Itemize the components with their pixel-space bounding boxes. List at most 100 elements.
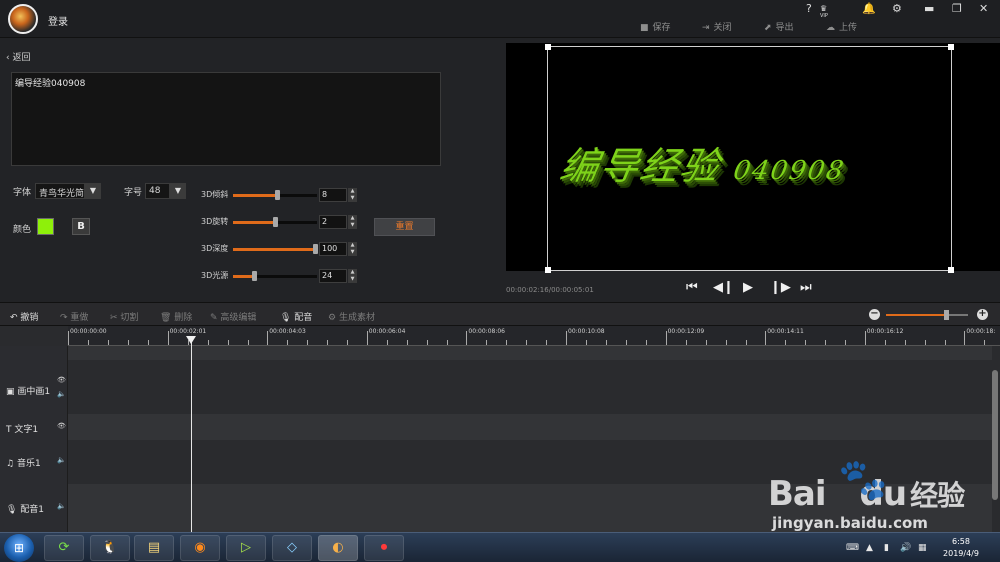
avatar[interactable]	[8, 4, 38, 34]
app-window-icon[interactable]: ◇	[272, 535, 312, 561]
step-forward-icon[interactable]: ❙▶	[770, 280, 791, 295]
preview-text-number: 040908	[730, 156, 848, 186]
close-button[interactable]: ⇥ 关闭	[702, 20, 732, 33]
zoom-out-icon[interactable]: −	[869, 309, 880, 320]
app-360-icon[interactable]: ⟳	[44, 535, 84, 561]
param-slider[interactable]	[233, 271, 317, 281]
track-name[interactable]: ♫ 音乐1	[6, 456, 41, 469]
speaker-icon[interactable]: 🔈	[57, 456, 66, 464]
resize-handle-br[interactable]	[948, 267, 954, 273]
undo-label: 撤销	[20, 313, 39, 323]
undo-icon: ↶	[10, 313, 21, 323]
playhead[interactable]	[191, 337, 192, 532]
eye-icon[interactable]: 👁	[57, 376, 66, 384]
resize-handle-tl[interactable]	[545, 44, 551, 50]
media-player-icon[interactable]: ▷	[226, 535, 266, 561]
param-spinner-icon[interactable]: ▲ ▼	[348, 188, 357, 202]
step-back-icon[interactable]: ◀❙	[713, 280, 734, 295]
param-spinner-icon[interactable]: ▲ ▼	[348, 269, 357, 283]
advanced-edit-button[interactable]: ✎ 高级编辑	[210, 310, 256, 323]
speaker-icon[interactable]: 🔈	[57, 390, 66, 398]
param-value-input[interactable]: 2	[319, 215, 347, 229]
explorer-icon[interactable]: ▤	[134, 535, 174, 561]
text-input[interactable]: 编导经验040908	[11, 72, 441, 166]
font-select[interactable]: 青鸟华光简行	[35, 183, 85, 199]
param-spinner-icon[interactable]: ▲ ▼	[348, 215, 357, 229]
export-button[interactable]: ⬈ 导出	[764, 20, 794, 33]
track-lane[interactable]	[68, 414, 992, 440]
delete-button[interactable]: 🗑 删除	[160, 310, 192, 323]
track-name-label: 文字1	[14, 425, 39, 435]
param-slider-knob[interactable]	[252, 271, 257, 281]
param-label: 3D旋转	[201, 217, 229, 226]
ruler-tick	[207, 340, 209, 345]
generate-material-button[interactable]: ⚙ 生成素材	[328, 310, 375, 323]
track-name[interactable]: T 文字1	[6, 422, 38, 435]
param-slider[interactable]	[233, 244, 319, 254]
close-window-icon[interactable]: ✕	[979, 2, 988, 15]
undo-button[interactable]: ↶ 撤销	[10, 310, 38, 323]
track-name[interactable]: ▣ 画中画1	[6, 384, 50, 397]
back-label: 返回	[12, 53, 31, 63]
redo-button[interactable]: ↷ 重做	[60, 310, 88, 323]
speaker-icon[interactable]: 🔈	[57, 502, 66, 510]
play-icon[interactable]: ▶	[743, 280, 753, 295]
playhead-handle[interactable]	[186, 336, 196, 344]
firefox-icon[interactable]: ◉	[180, 535, 220, 561]
zoom-slider[interactable]	[886, 310, 968, 320]
param-spinner-icon[interactable]: ▲ ▼	[348, 242, 357, 256]
zoom-slider-knob[interactable]	[943, 310, 949, 320]
param-value-input[interactable]: 24	[319, 269, 347, 283]
restore-icon[interactable]: ❐	[952, 2, 962, 15]
color-swatch[interactable]	[37, 218, 54, 235]
skip-start-icon[interactable]: ⏮	[686, 280, 698, 295]
mic-icon: 🎙	[6, 505, 21, 515]
param-slider-fill	[233, 194, 277, 197]
record-icon[interactable]: ⏺	[364, 535, 404, 561]
minimize-icon[interactable]: ▬	[924, 2, 934, 15]
upload-button[interactable]: ☁ 上传	[826, 20, 857, 33]
help-icon[interactable]: ?	[806, 2, 812, 15]
param-value-input[interactable]: 8	[319, 188, 347, 202]
param-slider-knob[interactable]	[313, 244, 319, 254]
gear-icon[interactable]: ⚙	[892, 2, 902, 15]
resize-handle-tr[interactable]	[948, 44, 954, 50]
paw-icon: 🐾	[838, 457, 888, 503]
track-name[interactable]: 🎙 配音1	[6, 502, 44, 515]
bold-button[interactable]: B	[72, 218, 90, 235]
time-ruler[interactable]: 00:00:00:00 00:00:02:01 00:00:04:03 00:00:0…	[68, 326, 1000, 346]
size-select[interactable]: 48	[145, 183, 170, 199]
param-slider[interactable]	[233, 190, 317, 200]
preview-screen[interactable]: 编导经验 040908	[506, 43, 1000, 273]
vip-icon[interactable]: ♛ VIP	[820, 4, 828, 19]
bell-icon[interactable]: 🔔	[862, 2, 876, 15]
zoom-in-icon[interactable]: +	[977, 309, 988, 320]
cut-button[interactable]: ✂ 切割	[110, 310, 138, 323]
param-slider-knob[interactable]	[273, 217, 278, 227]
param-value-input[interactable]: 100	[319, 242, 347, 256]
video-editor-app-icon[interactable]: ◐	[318, 535, 358, 561]
param-slider[interactable]	[233, 217, 317, 227]
eye-icon[interactable]: 👁	[57, 422, 66, 430]
mic-icon: 🎙	[280, 313, 295, 323]
ruler-tick	[904, 340, 906, 345]
ruler-tick	[964, 331, 966, 345]
login-link[interactable]: 登录	[48, 13, 68, 28]
preview-frame[interactable]: 编导经验 040908	[545, 44, 954, 273]
track-lane[interactable]	[68, 360, 992, 414]
font-dropdown-icon[interactable]: ▼	[85, 183, 101, 199]
reset-button[interactable]: 重置	[374, 218, 435, 236]
back-button[interactable]: ‹ 返回	[6, 50, 30, 63]
qq-icon[interactable]: 🐧	[90, 535, 130, 561]
save-button[interactable]: ■ 保存	[640, 20, 671, 33]
dub-button[interactable]: 🎙 配音	[280, 310, 312, 323]
ruler-tick-label: 00:00:14:11	[767, 328, 804, 335]
start-button[interactable]: ⊞	[4, 534, 34, 562]
skip-end-icon[interactable]: ⏭	[800, 280, 812, 295]
size-dropdown-icon[interactable]: ▼	[170, 183, 186, 199]
resize-handle-bl[interactable]	[545, 267, 551, 273]
track-lane-empty[interactable]	[68, 346, 992, 360]
param-slider-knob[interactable]	[274, 190, 280, 200]
advanced-edit-label: 高级编辑	[220, 313, 257, 323]
ruler-tick	[366, 331, 368, 345]
